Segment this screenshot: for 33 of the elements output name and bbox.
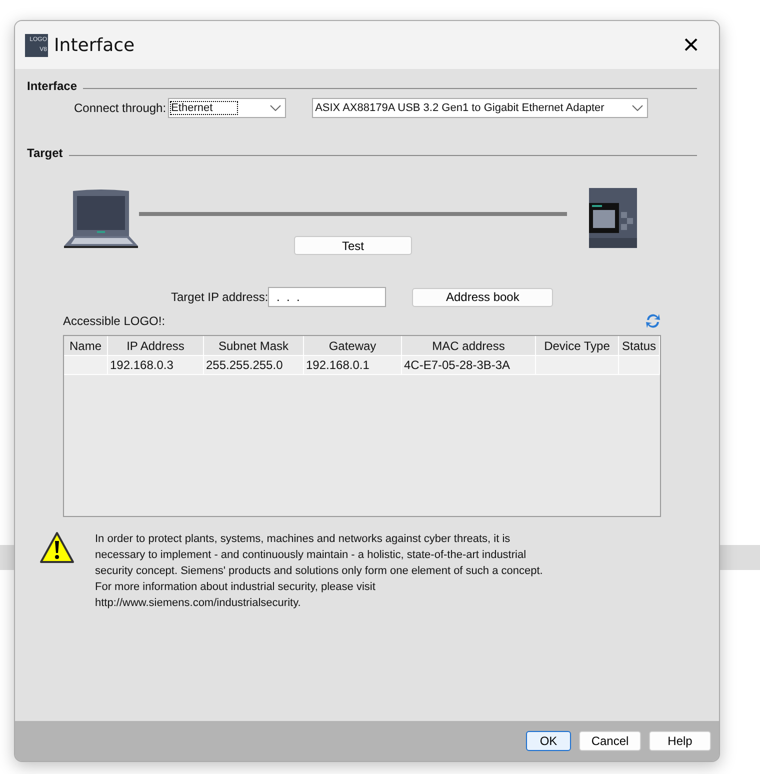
address-book-button[interactable]: Address book [412, 288, 554, 306]
dialog-button[interactable]: Help [649, 731, 711, 751]
table-cell: 4C-E7-05-28-3B-3A [402, 356, 536, 375]
section-title: Target [27, 146, 63, 160]
chevron-icon [632, 105, 644, 111]
close-button[interactable]: × [673, 27, 709, 63]
table-cell: 192.168.0.1 [304, 356, 402, 375]
table-cell: 192.168.0.3 [108, 356, 204, 375]
column-header[interactable]: Name [64, 336, 108, 356]
column-header[interactable]: Status [619, 336, 660, 356]
field-label: Connect through: [74, 101, 166, 115]
window-title: Interface [54, 34, 136, 56]
laptop-icon [63, 188, 139, 248]
adapter-dropdown[interactable]: ASIX AX88179A USB 3.2 Gen1 to Gigabit Ethernet Adapter [312, 98, 648, 118]
column-header[interactable]: Gateway [304, 336, 402, 356]
column-header[interactable]: MAC address [402, 336, 536, 356]
security-notice: In order to protect plants, systems, machines and networks against cyber threats, it is necessary to implement - and continuously maintain - a holistic, state-of-the-art industrial security concept. Siemens' products and solutions only form one element of such a concept. For more information about industrial security, please visit http://www.siemens.com/industrialsecurity. [95, 532, 544, 611]
test-button[interactable]: Test [294, 236, 412, 255]
column-header[interactable]: Device Type [536, 336, 619, 356]
refresh-icon[interactable] [645, 313, 661, 329]
table-cell: 255.255.255.0 [204, 356, 304, 375]
field-label: Target IP address: [171, 290, 268, 304]
column-header[interactable]: IP Address [108, 336, 204, 356]
controller-module-icon [589, 188, 637, 248]
connection-dropdown[interactable]: Ethernet [168, 98, 286, 118]
dialog-button[interactable]: OK [526, 731, 571, 751]
chevron-icon [270, 105, 282, 111]
ip-address-field[interactable]: . . . [268, 287, 386, 307]
column-header[interactable]: Subnet Mask [204, 336, 304, 356]
section-title: Interface [27, 79, 78, 93]
warning-icon [39, 531, 75, 565]
dialog-button[interactable]: Cancel [579, 731, 641, 751]
list-label: Accessible LOGO!: [63, 314, 166, 328]
